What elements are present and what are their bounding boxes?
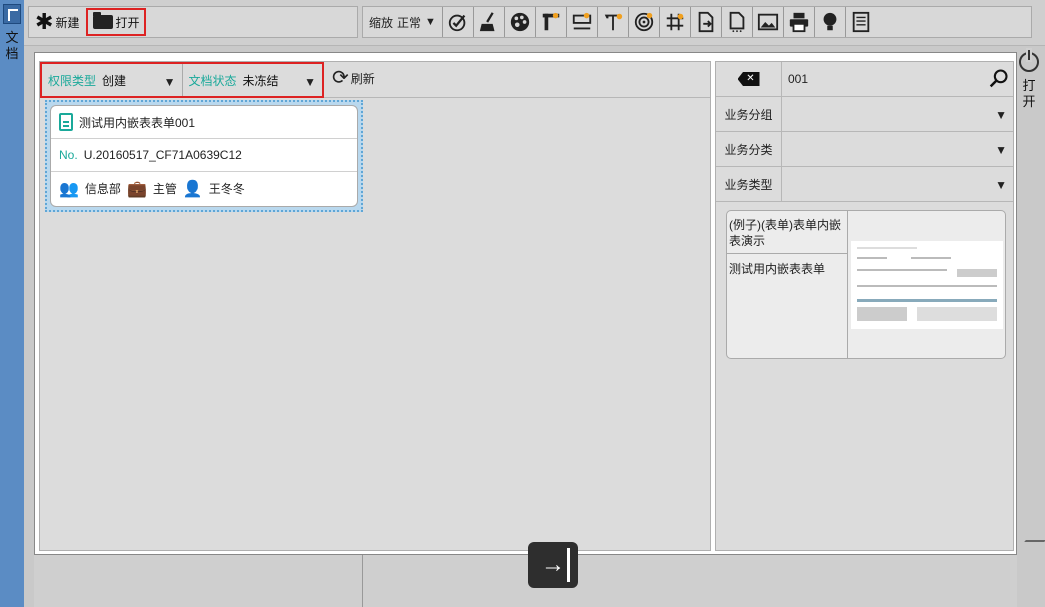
permission-type-label: 权限类型 (48, 73, 97, 88)
search-row: ✕ 001 (716, 62, 1013, 97)
zoom-select[interactable]: 缩放 正常 ▼ (363, 7, 443, 37)
document-title-row: 测试用内嵌表表单001 (51, 106, 357, 139)
filter-group: 权限类型 创建 ▼ 文档状态 未冻结 ▼ (40, 62, 324, 98)
refresh-icon: ⟳ (332, 67, 349, 89)
chevron-down-icon: ▼ (425, 16, 436, 28)
business-group-select[interactable]: 业务分组 ▼ (716, 97, 1013, 132)
top-toolbar: ✱ 新建 打开 缩放 正常 ▼ (24, 0, 1045, 46)
grid-icon[interactable] (660, 7, 691, 37)
document-number-row: No. U.20160517_CF71A0639C12 (51, 139, 357, 172)
briefcase-icon: 💼 (126, 180, 147, 198)
template-result-card[interactable]: (例子)(表单)表单内嵌表演示 测试用内嵌表表单 (726, 210, 1006, 359)
ruler-vertical-icon[interactable] (536, 7, 567, 37)
business-category-label: 业务分类 (716, 132, 782, 166)
document-number: U.20160517_CF71A0639C12 (83, 148, 242, 162)
open-side-label: 打开 (1022, 78, 1036, 109)
format-toolbar: 缩放 正常 ▼ (362, 6, 1032, 38)
new-button[interactable]: ✱ 新建 (33, 9, 81, 35)
template-thumbnail (851, 241, 1003, 329)
power-icon (1019, 50, 1039, 72)
template-search-pane: ✕ 001 业务分组 ▼ 业务分类 ▼ 业务类型 ▼ (例子)(表单)表单内嵌表… (715, 61, 1014, 551)
printer-icon[interactable] (784, 7, 815, 37)
user-name: 王冬冬 (208, 182, 245, 196)
image-icon[interactable] (753, 7, 784, 37)
zoom-value: 正常 (397, 15, 422, 30)
asterisk-icon: ✱ (35, 9, 54, 34)
chevron-down-icon: ▼ (163, 75, 176, 89)
chevron-down-icon: ▼ (995, 143, 1007, 157)
chevron-down-icon: ▼ (304, 75, 316, 89)
open-side-button[interactable]: 打开 (1017, 50, 1041, 552)
document-status-label: 文档状态 (188, 73, 237, 88)
divider (362, 555, 363, 607)
document-card[interactable]: 测试用内嵌表表单001 No. U.20160517_CF71A0639C12 … (50, 105, 358, 207)
document-title: 测试用内嵌表表单001 (79, 115, 196, 130)
document-card-selected[interactable]: 测试用内嵌表表单001 No. U.20160517_CF71A0639C12 … (45, 100, 363, 212)
template-subtitle: 测试用内嵌表表单 (729, 262, 826, 276)
check-icon[interactable] (443, 7, 474, 37)
file-icon (59, 113, 73, 131)
arrow-right-icon: → (541, 551, 565, 578)
refresh-label: 刷新 (350, 71, 375, 86)
export-icon[interactable] (691, 7, 722, 37)
chevron-down-icon: ▼ (995, 178, 1007, 192)
zoom-label: 缩放 (369, 15, 394, 30)
search-icon[interactable] (989, 68, 1009, 88)
spiral-icon[interactable] (629, 7, 660, 37)
broom-icon[interactable] (474, 7, 505, 37)
role-name: 主管 (152, 182, 177, 196)
clear-search-button[interactable]: ✕ (716, 62, 782, 96)
user-icon: 👤 (182, 180, 203, 198)
chevron-down-icon: ▼ (995, 108, 1007, 122)
document-icon[interactable] (846, 7, 877, 37)
folder-open-icon (93, 12, 114, 29)
number-label: No. (59, 148, 78, 162)
backspace-icon: ✕ (737, 72, 760, 86)
page-dots-icon[interactable] (722, 7, 753, 37)
text-icon[interactable] (598, 7, 629, 37)
side-tab-label: 文档 (5, 30, 19, 61)
bulb-icon[interactable] (815, 7, 846, 37)
permission-type-select[interactable]: 权限类型 创建 ▼ (42, 64, 182, 96)
template-text: (例子)(表单)表单内嵌表演示 测试用内嵌表表单 (727, 211, 848, 358)
open-label: 打开 (115, 15, 140, 30)
business-group-label: 业务分组 (716, 97, 782, 131)
permission-type-value: 创建 (102, 73, 127, 88)
file-toolbar: ✱ 新建 打开 (28, 6, 358, 38)
business-category-select[interactable]: 业务分类 ▼ (716, 132, 1013, 167)
group-icon: 👥 (59, 180, 79, 198)
open-document-dialog: 权限类型 创建 ▼ 文档状态 未冻结 ▼ ⟳ 刷新 测试用内嵌表表单001 No… (34, 52, 1017, 555)
department-name: 信息部 (84, 182, 121, 196)
refresh-button[interactable]: ⟳ 刷新 (332, 67, 375, 89)
search-input[interactable]: 001 (782, 72, 808, 86)
bar-icon (567, 548, 570, 582)
filter-bar: 权限类型 创建 ▼ 文档状态 未冻结 ▼ ⟳ 刷新 (40, 62, 710, 98)
template-title: (例子)(表单)表单内嵌表演示 (727, 211, 847, 254)
open-button[interactable]: 打开 (86, 8, 147, 36)
ruler-horizontal-icon[interactable] (567, 7, 598, 37)
document-status-select[interactable]: 文档状态 未冻结 ▼ (181, 64, 323, 96)
business-type-select[interactable]: 业务类型 ▼ (716, 167, 1013, 202)
document-list-pane: 权限类型 创建 ▼ 文档状态 未冻结 ▼ ⟳ 刷新 测试用内嵌表表单001 No… (39, 61, 711, 551)
document-tab-icon (3, 4, 21, 24)
document-meta-row: 👥 信息部 💼 主管 👤 王冬冬 (51, 172, 357, 205)
side-panel-tab[interactable]: 文档 (0, 0, 24, 607)
new-label: 新建 (55, 15, 80, 30)
document-status-value: 未冻结 (242, 73, 279, 88)
palette-icon[interactable] (505, 7, 536, 37)
collapse-panel-button[interactable]: → (528, 542, 578, 588)
bottom-area (34, 555, 1017, 607)
business-type-label: 业务类型 (716, 167, 782, 201)
